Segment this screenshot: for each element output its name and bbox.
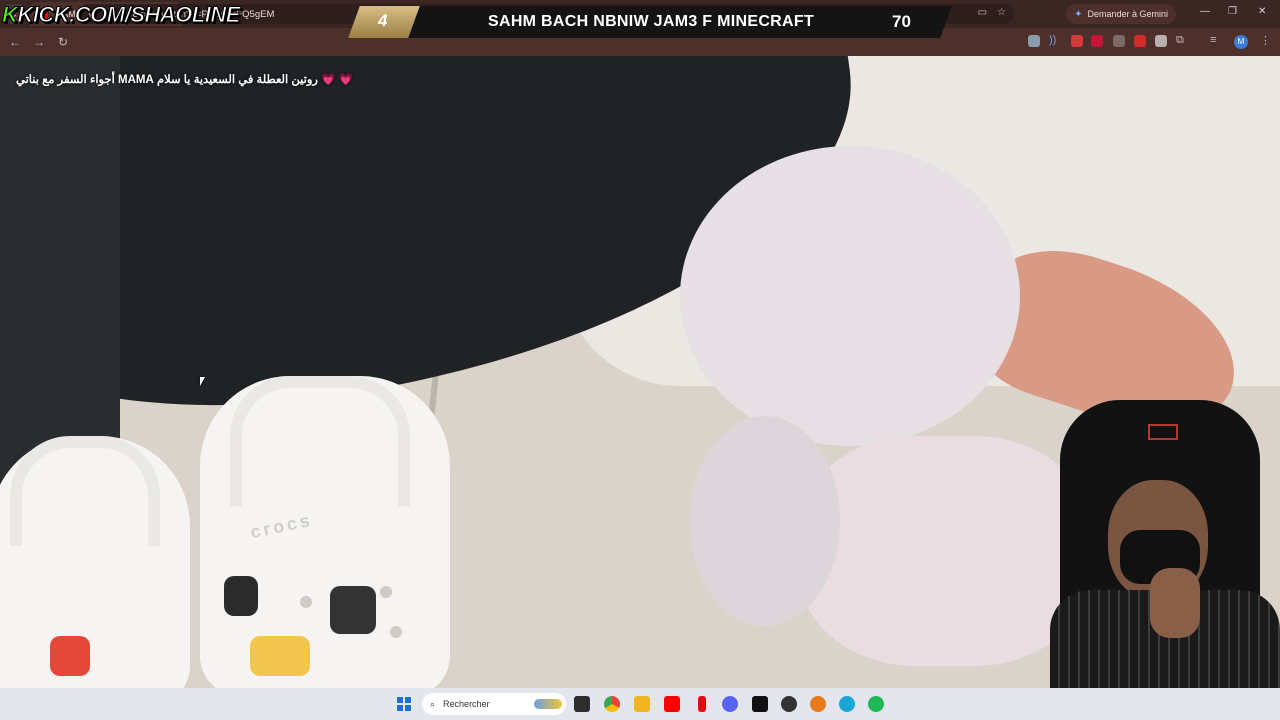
kick-k-letter: K <box>1 2 18 28</box>
extensions-puzzle-icon[interactable]: ⧉ <box>1176 34 1184 47</box>
close-window-icon[interactable]: ✕ <box>1258 6 1266 17</box>
back-icon[interactable]: ← <box>3 35 27 49</box>
reading-list-icon[interactable]: ≡ <box>1210 34 1216 46</box>
netflix-icon[interactable] <box>698 696 706 712</box>
extension-badge-icon[interactable] <box>1113 35 1125 47</box>
extension-icon[interactable] <box>1028 35 1040 47</box>
bookmark-star-icon[interactable]: ☆ <box>997 7 1006 18</box>
stream-goal-banner: 4 SAHM BACH NBNIW JAM3 F MINECRAFT 70 <box>348 6 952 38</box>
extension-red-icon[interactable] <box>1071 35 1083 47</box>
search-icon: ⌕ <box>430 698 436 709</box>
reload-icon[interactable]: ↻ <box>51 35 75 49</box>
youtube-taskbar-icon[interactable] <box>664 696 680 712</box>
task-view-icon[interactable] <box>574 696 590 712</box>
app-a-icon[interactable] <box>752 696 768 712</box>
search-placeholder: Rechercher <box>443 699 490 709</box>
translate-extension-icon[interactable]: )) <box>1049 34 1056 46</box>
file-explorer-icon[interactable] <box>634 696 650 712</box>
gemini-button[interactable]: ✦ Demander à Gemini <box>1066 4 1176 24</box>
obs-icon[interactable] <box>781 696 797 712</box>
white-clog-right: crocs <box>200 376 450 688</box>
extension-icon-3[interactable] <box>1155 35 1167 47</box>
kick-url: KICK.COM/SHAOLINE <box>17 2 241 28</box>
clog-charm-yellow <box>250 636 310 676</box>
banner-rank: 4 <box>378 11 388 30</box>
clog-brand-text: crocs <box>248 509 315 543</box>
clog-charm-red <box>50 636 90 676</box>
extension-pink-icon[interactable] <box>1091 35 1103 47</box>
webcam-overlay <box>1030 400 1280 688</box>
edge-icon[interactable] <box>839 696 855 712</box>
clog-hole <box>300 596 312 608</box>
white-clog-left <box>0 436 190 688</box>
kick-channel-watermark: KKICK.COM/SHAOLINE <box>1 2 241 30</box>
streamer-hand <box>1150 568 1200 638</box>
banner-count: 70 <box>892 12 911 31</box>
taskbar-search[interactable]: ⌕ Rechercher <box>422 693 566 715</box>
spotify-icon[interactable] <box>868 696 884 712</box>
clog-hole <box>380 586 392 598</box>
windows-start-icon[interactable] <box>397 697 411 711</box>
screen: ⌄ أجواء السفر مع بناتي MAMA روتين ✕ + ✦ … <box>0 0 1280 720</box>
forward-icon[interactable]: → <box>27 35 51 49</box>
chrome-icon[interactable] <box>604 696 620 712</box>
app-orange-icon[interactable] <box>810 696 826 712</box>
video-title-overlay: 💗 💗 روتين العطلة في السعيدية يا سلام MAM… <box>16 74 353 86</box>
discord-icon[interactable] <box>722 696 738 712</box>
clog-strap <box>230 376 410 506</box>
clog-charm-kuromi <box>330 586 376 634</box>
cast-icon[interactable]: ▭ <box>978 7 987 18</box>
pink-shoe-sole-2 <box>690 416 840 626</box>
gemini-icon: ✦ <box>1074 8 1083 20</box>
clog-charm-character <box>224 576 258 616</box>
pink-shoe-sole <box>680 146 1020 446</box>
menu-dots-icon[interactable]: ⋮ <box>1260 34 1271 47</box>
banner-title: SAHM BACH NBNIW JAM3 F MINECRAFT <box>488 13 815 30</box>
gemini-label: Demander à Gemini <box>1087 9 1168 19</box>
extension-icon-2[interactable] <box>1134 35 1146 47</box>
chair-logo <box>1148 424 1178 440</box>
minimize-icon[interactable]: — <box>1200 6 1210 17</box>
clog-strap <box>10 436 160 546</box>
clog-hole <box>390 626 402 638</box>
profile-avatar[interactable]: M <box>1234 35 1248 49</box>
maximize-icon[interactable]: ❐ <box>1228 6 1237 17</box>
search-highlight-icon <box>534 699 562 709</box>
mouse-cursor-icon <box>200 377 205 386</box>
